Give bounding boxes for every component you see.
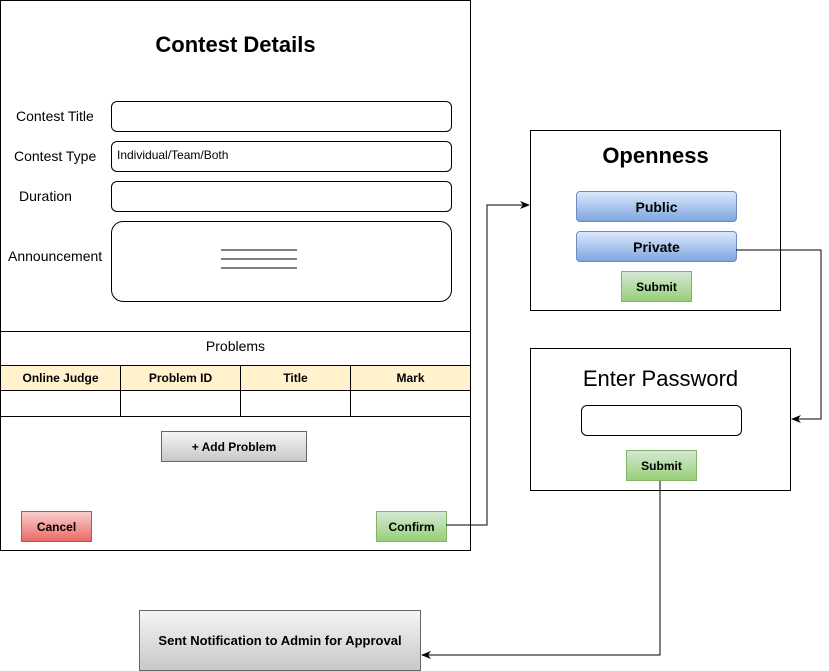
password-to-notification-arrow <box>421 481 661 659</box>
private-to-password-arrow <box>736 249 822 423</box>
flow-arrows <box>421 201 822 659</box>
confirm-to-openness-arrow <box>446 201 530 526</box>
